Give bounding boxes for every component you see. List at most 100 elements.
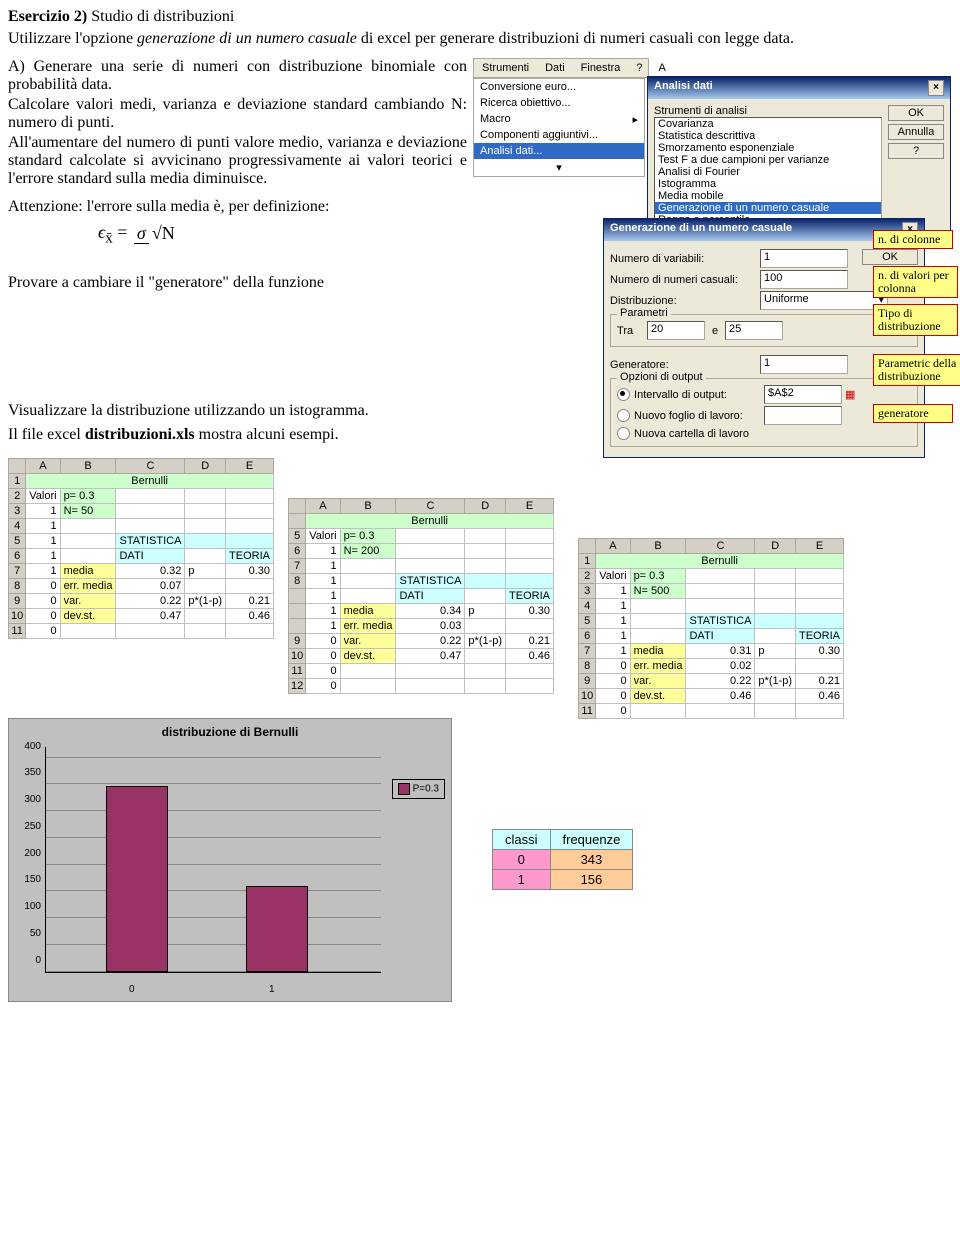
legend-label: P=0.3 (413, 783, 439, 794)
label-gen: Generatore: (610, 359, 760, 371)
callout-gen: generatore (873, 404, 953, 423)
intro-b: di excel per generare distribuzioni di n… (357, 30, 794, 47)
excel-snippet-200: ABCDE Bernulli 5Valorip= 0.3 61N= 200 71… (288, 498, 554, 694)
input-out[interactable]: $A$2 (764, 385, 842, 404)
chart-title: distribuzione di Bernulli (15, 725, 445, 739)
input-tra[interactable]: 20 (647, 321, 705, 340)
intro-option: generazione di un numero casuale (137, 30, 357, 47)
ytick: 0 (13, 955, 41, 966)
tool-smorz[interactable]: Smorzamento esponenziale (655, 142, 881, 154)
menu-more-icon[interactable]: ▾ (474, 159, 644, 176)
radio-intervallo[interactable] (617, 388, 630, 401)
tool-statistica[interactable]: Statistica descrittiva (655, 130, 881, 142)
ytick: 200 (13, 848, 41, 859)
paragraph-attention: Attenzione: l'errore sulla media è, per … (8, 198, 467, 216)
label-cartella: Nuova cartella di lavoro (634, 428, 749, 440)
label-e: e (705, 325, 725, 337)
input-nums[interactable]: 100 (760, 270, 848, 289)
file-outro: mostra alcuni esempi. (195, 426, 339, 443)
freq-header-freq: frequenze (550, 830, 633, 850)
label-tra: Tra (617, 325, 647, 337)
chart-legend: P=0.3 (392, 779, 445, 799)
cancel-button[interactable]: Annulla (888, 124, 944, 140)
radio-foglio[interactable] (617, 409, 630, 422)
frequency-table: classifrequenze 0343 1156 (492, 829, 633, 890)
intro-a: Utilizzare l'opzione (8, 30, 137, 47)
help-button[interactable]: ? (888, 143, 944, 159)
menu-item-euro[interactable]: Conversione euro... (474, 79, 644, 95)
menu-help[interactable]: ? (630, 61, 648, 75)
excel-menubar: Strumenti Dati Finestra ? A (473, 58, 649, 78)
ytick: 300 (13, 794, 41, 805)
chart-bar (106, 786, 168, 972)
menu-item-ricerca[interactable]: Ricerca obiettivo... (474, 95, 644, 111)
gen-ok-button[interactable]: OK (862, 249, 918, 265)
label-vars: Numero di variabili: (610, 253, 760, 265)
callout-tipo: Tipo di distribuzione (873, 304, 958, 336)
input-e[interactable]: 25 (725, 321, 783, 340)
menu-finestra[interactable]: Finestra (575, 61, 627, 75)
tools-dropdown: Conversione euro... Ricerca obiettivo...… (473, 78, 645, 177)
ytick: 400 (13, 741, 41, 752)
excel-snippet-500: ABCDE 1Bernulli 2Valorip= 0.3 31N= 500 4… (578, 538, 844, 719)
radio-cartella[interactable] (617, 427, 630, 440)
xtick-1: 1 (269, 984, 275, 995)
fieldset-params: Parametri Tra 20 e 25 (610, 314, 918, 347)
fieldset-output: Opzioni di output Intervallo di output:$… (610, 378, 918, 447)
xtick-0: 0 (129, 984, 135, 995)
menu-item-analisi[interactable]: Analisi dati... (474, 143, 644, 159)
ytick: 100 (13, 901, 41, 912)
freq-r2c2: 156 (550, 870, 633, 890)
legend-output: Opzioni di output (617, 371, 706, 383)
file-name: distribuzioni.xls (85, 426, 195, 443)
analysis-label: Strumenti di analisi (654, 105, 882, 117)
chart-bar (246, 886, 308, 971)
paragraph-calc: Calcolare valori medi, varianza e deviaz… (8, 96, 467, 132)
menu-dati[interactable]: Dati (539, 61, 571, 75)
file-intro: Il file excel (8, 426, 85, 443)
exercise-subtitle: Studio di distribuzioni (87, 8, 234, 25)
label-foglio: Nuovo foglio di lavoro: (634, 410, 764, 422)
tool-generazione[interactable]: Generazione di un numero casuale (655, 202, 881, 214)
paragraph-a: A) Generare una serie di numeri con dist… (8, 58, 467, 94)
analysis-listbox[interactable]: Covarianza Statistica descrittiva Smorza… (654, 117, 882, 229)
ytick: 150 (13, 874, 41, 885)
label-nums: Numero di numeri casuali: (610, 274, 760, 286)
freq-r1c2: 343 (550, 850, 633, 870)
menu-item-macro[interactable]: Macro▸ (474, 111, 644, 127)
paragraph-behavior: All'aumentare del numero di punti valore… (8, 134, 467, 188)
input-foglio[interactable] (764, 406, 842, 425)
tool-testf[interactable]: Test F a due campioni per varianze (655, 154, 881, 166)
label-intervallo: Intervallo di output: (634, 389, 764, 401)
analysis-title: Analisi dati (654, 80, 713, 96)
gen-title: Generazione di un numero casuale (610, 222, 792, 238)
paragraph-change-gen: Provare a cambiare il "generatore" della… (8, 274, 467, 292)
menu-a[interactable]: A (653, 61, 672, 75)
ytick: 350 (13, 767, 41, 778)
ytick: 250 (13, 821, 41, 832)
legend-params: Parametri (617, 307, 671, 319)
menu-strumenti[interactable]: Strumenti (476, 61, 535, 75)
callout-colonne: n. di colonne (873, 230, 953, 249)
input-gen[interactable]: 1 (760, 355, 848, 374)
freq-r1c1: 0 (493, 850, 551, 870)
ytick: 50 (13, 928, 41, 939)
excel-snippet-50: ABCDE 1Bernulli 2Valorip= 0.3 31N= 50 41… (8, 458, 274, 639)
input-vars[interactable]: 1 (760, 249, 848, 268)
exercise-title: Esercizio 2) (8, 8, 87, 25)
tool-media-mobile[interactable]: Media mobile (655, 190, 881, 202)
tool-istogramma[interactable]: Istogramma (655, 178, 881, 190)
menu-item-componenti[interactable]: Componenti aggiuntivi... (474, 127, 644, 143)
callout-params: Parametric della distribuzione (873, 354, 960, 386)
close-icon[interactable]: × (928, 80, 944, 96)
bernoulli-chart: distribuzione di Bernulli P=0.3 0 50 100 15… (8, 718, 452, 1002)
range-picker-icon[interactable]: ▦ (845, 388, 855, 401)
formula: ϵx̄ = σ√N (98, 222, 467, 248)
tool-fourier[interactable]: Analisi di Fourier (655, 166, 881, 178)
callout-valori: n. di valori per colonna (873, 266, 958, 298)
tool-covarianza[interactable]: Covarianza (655, 118, 881, 130)
ok-button[interactable]: OK (888, 105, 944, 121)
freq-header-classi: classi (493, 830, 551, 850)
analysis-dialog: Analisi dati × Strumenti di analisi Covar… (647, 76, 951, 236)
select-dist[interactable]: Uniforme▾ (760, 291, 888, 310)
